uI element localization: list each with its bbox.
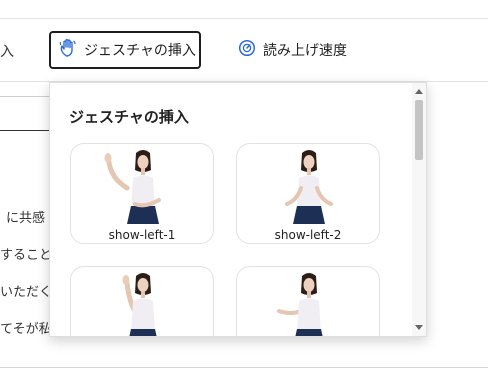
gesture-thumbnail xyxy=(104,150,161,224)
background-text-line: に共感 xyxy=(6,211,46,226)
insert-gesture-button[interactable]: ジェスチャの挿入 xyxy=(49,31,201,69)
gesture-card-show-left-2[interactable]: show-left-2 xyxy=(236,143,380,244)
gesture-dropdown-panel: ジェスチャの挿入 show-left-1 show-left-2 xyxy=(49,82,427,337)
gesture-thumbnail xyxy=(122,273,157,336)
hand-wave-icon xyxy=(58,38,78,62)
gesture-card-caption: show-left-1 xyxy=(108,228,176,242)
background-divider xyxy=(0,367,488,368)
scroll-down-arrow-icon[interactable] xyxy=(415,325,423,330)
reading-speed-button[interactable]: 読み上げ速度 xyxy=(238,38,347,62)
gesture-thumbnail xyxy=(277,273,323,336)
speedometer-icon xyxy=(238,39,256,61)
scrollbar-thumb[interactable] xyxy=(415,100,423,160)
gesture-card-3[interactable] xyxy=(70,266,214,336)
gesture-card-4[interactable] xyxy=(236,266,380,336)
scroll-up-arrow-icon[interactable] xyxy=(415,89,423,94)
top-divider xyxy=(0,18,488,19)
gesture-card-show-left-1[interactable]: show-left-1 xyxy=(70,143,214,244)
insert-gesture-label: ジェスチャの挿入 xyxy=(84,43,196,59)
panel-scrollbar[interactable] xyxy=(412,83,426,336)
reading-speed-label: 読み上げ速度 xyxy=(263,43,347,59)
gesture-card-caption: show-left-2 xyxy=(274,228,342,242)
background-text-line: てそが私 xyxy=(0,322,52,337)
background-text-line: いただく xyxy=(0,285,53,300)
gesture-thumbnail xyxy=(285,150,333,224)
panel-title: ジェスチャの挿入 xyxy=(69,108,189,126)
toolbar-item-partial[interactable]: 入 xyxy=(0,41,14,61)
